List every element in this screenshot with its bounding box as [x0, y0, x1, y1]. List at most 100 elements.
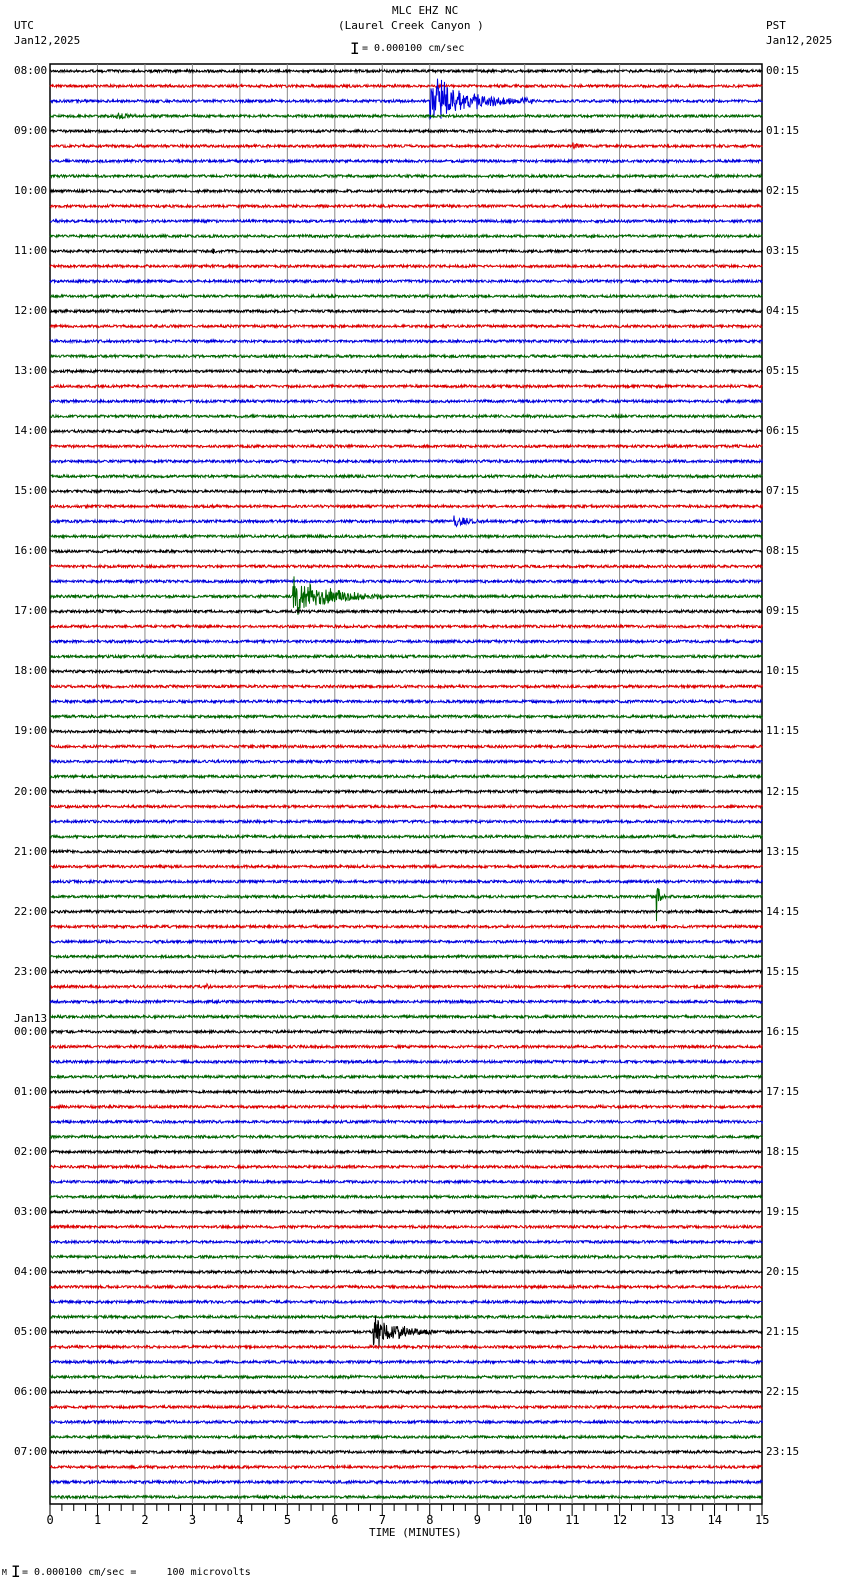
seismic-trace — [49, 82, 763, 90]
seismic-trace — [49, 968, 763, 975]
right-time-label: 06:15 — [766, 424, 800, 438]
left-time-label: 22:00 — [14, 904, 48, 918]
seismic-trace — [49, 1058, 763, 1065]
seismic-trace — [49, 1103, 763, 1110]
seismic-trace — [49, 1043, 763, 1050]
seismic-trace — [49, 458, 763, 465]
footer-scale-bar-icon: I — [11, 1562, 21, 1581]
seismic-trace — [49, 1073, 763, 1080]
seismic-trace — [49, 488, 763, 495]
right-time-label: 23:15 — [766, 1444, 800, 1458]
x-tick-label: 0 — [46, 1513, 54, 1527]
seismic-trace — [49, 112, 763, 120]
left-time-label: 18:00 — [14, 664, 48, 678]
seismic-trace — [49, 833, 763, 840]
seismic-trace — [49, 758, 763, 765]
seismic-trace — [49, 803, 763, 810]
seismic-trace — [49, 623, 763, 630]
right-time-label: 00:15 — [766, 64, 800, 77]
x-tick-label: 8 — [426, 1513, 434, 1527]
left-time-label: 15:00 — [14, 484, 48, 498]
seismic-trace — [49, 338, 763, 345]
seismic-trace — [49, 232, 763, 240]
seismic-trace — [49, 1148, 763, 1155]
seismic-trace — [49, 818, 763, 825]
seismic-trace — [49, 1316, 763, 1348]
left-time-label: 20:00 — [14, 784, 48, 798]
right-time-label: 07:15 — [766, 484, 800, 498]
left-time-label: 14:00 — [14, 424, 48, 438]
right-time-label: 22:15 — [766, 1384, 800, 1398]
seismic-trace — [50, 428, 763, 435]
left-time-label: 17:00 — [14, 604, 48, 618]
footer-mark: M — [2, 1568, 7, 1577]
seismic-trace — [49, 1283, 763, 1291]
x-tick-label: 1 — [93, 1513, 102, 1527]
right-time-label: 03:15 — [766, 244, 800, 258]
seismic-trace — [49, 1208, 763, 1216]
x-tick-label: 4 — [236, 1513, 244, 1527]
x-axis-label: TIME (MINUTES) — [369, 1526, 462, 1539]
x-tick-label: 2 — [141, 1513, 149, 1527]
seismic-trace — [49, 1358, 763, 1366]
left-time-label: 08:00 — [14, 64, 48, 77]
seismic-trace — [49, 1133, 763, 1140]
seismic-trace — [49, 1193, 763, 1201]
footer-scale-note: = 0.000100 cm/sec = 100 microvolts — [22, 1567, 251, 1578]
x-tick-label: 6 — [331, 1513, 339, 1527]
seismic-trace — [49, 1298, 763, 1306]
right-time-label: 14:15 — [766, 904, 800, 918]
seismic-trace — [49, 67, 763, 75]
seismic-trace — [49, 202, 763, 210]
right-time-label: 18:15 — [766, 1144, 800, 1158]
right-time-label: 01:15 — [766, 124, 800, 138]
seismic-trace — [49, 548, 763, 555]
seismic-trace — [50, 908, 763, 915]
x-tick-label: 7 — [378, 1513, 386, 1527]
seismic-trace — [49, 938, 763, 945]
seismic-trace — [49, 1373, 763, 1381]
seismic-trace — [49, 1403, 763, 1411]
seismic-trace — [49, 262, 763, 270]
seismic-trace — [49, 142, 763, 150]
seismic-trace — [49, 653, 763, 660]
seismic-trace — [49, 292, 763, 300]
seismic-trace — [49, 1313, 763, 1321]
seismic-trace — [49, 743, 763, 750]
seismic-trace — [49, 1418, 763, 1426]
right-time-label: 10:15 — [766, 664, 800, 678]
seismic-trace — [49, 953, 763, 960]
x-tick-label: 12 — [612, 1513, 628, 1527]
left-time-label: 21:00 — [14, 844, 48, 858]
seismic-trace — [49, 1268, 763, 1276]
seismic-trace — [49, 887, 763, 922]
seismic-trace — [49, 533, 763, 540]
seismic-trace — [49, 773, 763, 780]
right-time-label: 09:15 — [766, 604, 800, 618]
seismic-trace — [49, 728, 763, 735]
seismic-trace — [49, 1178, 763, 1186]
seismic-trace — [49, 863, 763, 870]
seismic-trace — [49, 1028, 763, 1035]
x-tick-label: 10 — [517, 1513, 533, 1527]
left-time-label: 12:00 — [14, 304, 48, 318]
left-time-label: 19:00 — [14, 724, 48, 738]
seismic-trace — [49, 413, 763, 420]
seismic-trace — [49, 307, 763, 315]
seismic-trace — [49, 713, 763, 720]
right-time-label: 04:15 — [766, 304, 800, 318]
seismic-trace — [49, 683, 763, 690]
x-tick-label: 11 — [565, 1513, 580, 1527]
seismic-trace — [49, 368, 763, 375]
seismic-trace — [49, 277, 763, 285]
right-time-label: 11:15 — [766, 724, 800, 738]
seismic-trace — [49, 247, 763, 255]
seismic-trace — [49, 172, 763, 180]
seismic-trace — [49, 608, 763, 615]
date-change-label: Jan13 — [14, 1011, 48, 1025]
left-time-label: 13:00 — [14, 364, 48, 378]
seismic-trace — [49, 503, 763, 510]
seismic-trace — [49, 1433, 763, 1441]
left-time-label: 01:00 — [14, 1084, 48, 1098]
seismic-trace — [49, 1118, 763, 1125]
